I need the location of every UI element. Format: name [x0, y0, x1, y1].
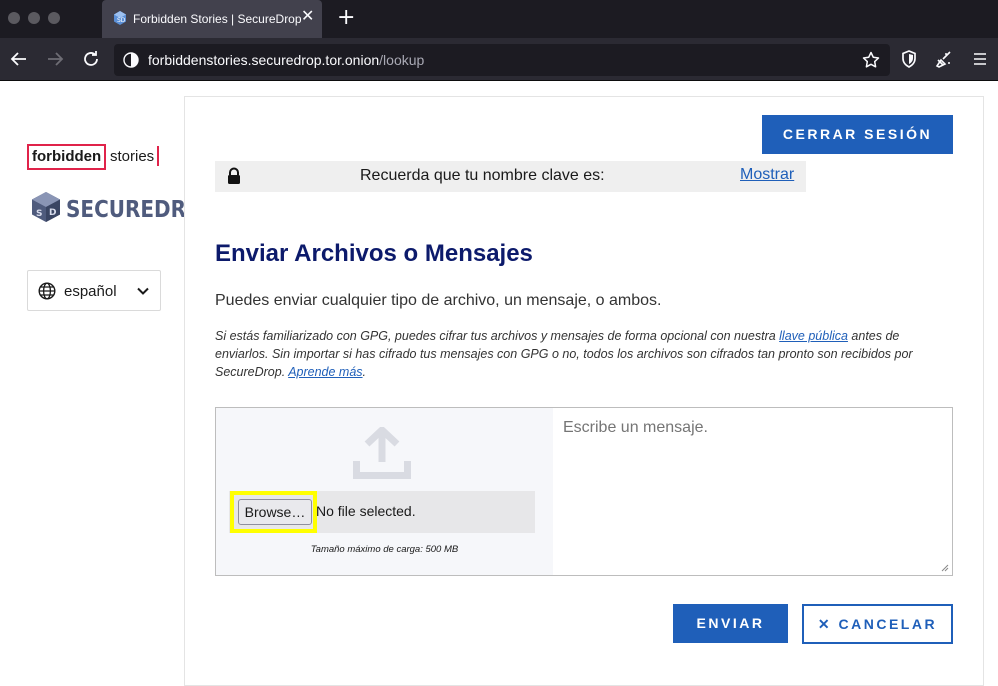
onion-site-icon	[123, 52, 139, 68]
shield-icon[interactable]	[899, 49, 919, 69]
learn-more-link[interactable]: Aprende más	[288, 365, 362, 379]
svg-text:SD: SD	[117, 17, 126, 24]
window-zoom-button[interactable]	[48, 12, 60, 24]
language-label: español	[64, 283, 117, 300]
forward-arrow-icon[interactable]	[45, 49, 65, 69]
gpg-notice: Si estás familiarizado con GPG, puedes c…	[215, 327, 955, 381]
globe-icon	[38, 282, 56, 300]
page-content: forbidden stories S D SECUREDROP español…	[0, 81, 998, 686]
new-identity-broom-icon[interactable]	[934, 49, 954, 69]
codename-reminder: Recuerda que tu nombre clave es: Mostrar	[215, 161, 806, 192]
browser-tab-bar: SD Forbidden Stories | SecureDrop ✕ +	[0, 0, 998, 38]
language-selector[interactable]: español	[27, 270, 161, 311]
browse-button[interactable]: Browse…	[238, 499, 312, 525]
securedrop-logo: S D SECUREDROP	[30, 191, 218, 223]
notice-text-3: .	[362, 365, 367, 379]
file-upload-area: Browse… No file selected. Tamaño máximo …	[216, 408, 553, 575]
tab-close-icon[interactable]: ✕	[301, 9, 314, 25]
new-tab-button[interactable]: +	[337, 6, 355, 30]
lock-icon	[228, 167, 240, 184]
url-host: forbiddenstories.securedrop.tor.onion	[148, 52, 380, 68]
logo-red-bar	[157, 146, 159, 166]
submission-form: Browse… No file selected. Tamaño máximo …	[215, 407, 953, 576]
public-key-link[interactable]: llave pública	[779, 329, 848, 343]
browser-tab[interactable]: SD Forbidden Stories | SecureDrop ✕	[102, 0, 322, 38]
cancel-button[interactable]: ✕ CANCELAR	[802, 604, 953, 644]
browser-nav-bar: forbiddenstories.securedrop.tor.onion/lo…	[0, 38, 998, 81]
upload-icon	[353, 427, 411, 479]
main-panel: CERRAR SESIÓN Recuerda que tu nombre cla…	[184, 96, 984, 686]
resize-grip-icon[interactable]	[941, 564, 949, 572]
notice-text-1: Si estás familiarizado con GPG, puedes c…	[215, 329, 780, 343]
max-upload-size: Tamaño máximo de carga: 500 MB	[310, 544, 459, 555]
url-bar[interactable]: forbiddenstories.securedrop.tor.onion/lo…	[114, 44, 890, 76]
securedrop-cube-icon: S D	[32, 192, 60, 222]
codename-label: Recuerda que tu nombre clave es:	[360, 167, 605, 184]
logout-button[interactable]: CERRAR SESIÓN	[762, 115, 953, 154]
message-textarea[interactable]	[553, 408, 952, 575]
page-subtitle: Puedes enviar cualquier tipo de archivo,…	[215, 292, 662, 309]
page-title: Enviar Archivos o Mensajes	[215, 240, 533, 267]
chevron-down-icon	[137, 287, 149, 295]
file-input[interactable]: Browse… No file selected.	[229, 491, 535, 533]
bookmark-star-icon[interactable]	[862, 51, 880, 69]
file-status-text: No file selected.	[316, 503, 416, 519]
back-arrow-icon[interactable]	[9, 49, 29, 69]
svg-text:S: S	[36, 209, 42, 219]
url-path: /lookup	[379, 52, 425, 68]
reload-icon[interactable]	[81, 49, 101, 69]
svg-text:D: D	[49, 208, 56, 218]
securedrop-favicon-icon: SD	[114, 11, 126, 25]
window-minimize-button[interactable]	[28, 12, 40, 24]
show-codename-link[interactable]: Mostrar	[740, 166, 794, 184]
hamburger-menu-icon[interactable]	[970, 49, 990, 69]
send-button[interactable]: ENVIAR	[673, 604, 788, 643]
logo-stories-text: stories	[110, 148, 155, 165]
logo-forbidden-text: forbidden	[27, 144, 107, 170]
tab-title: Forbidden Stories | SecureDrop	[133, 12, 302, 26]
url-text: forbiddenstories.securedrop.tor.onion/lo…	[148, 52, 424, 68]
window-close-button[interactable]	[8, 12, 20, 24]
